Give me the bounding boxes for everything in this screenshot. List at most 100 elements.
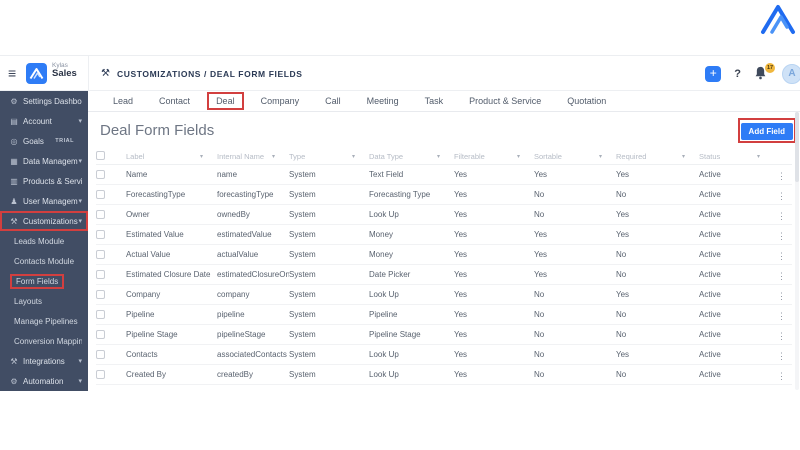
quick-add-button[interactable]: + [705, 66, 721, 82]
row-checkbox[interactable] [96, 250, 105, 259]
cell-data-type: Money [369, 230, 454, 239]
avatar[interactable]: A [782, 64, 800, 84]
sort-icon[interactable]: ▾ [352, 153, 355, 160]
row-checkbox[interactable] [96, 230, 105, 239]
row-checkbox[interactable] [96, 330, 105, 339]
column-header-type[interactable]: Type▾ [289, 152, 369, 161]
kebab-menu-icon[interactable]: ⋮ [777, 311, 786, 321]
help-icon[interactable]: ? [734, 68, 741, 80]
scrollbar-thumb[interactable] [795, 112, 799, 182]
sidebar-item-account[interactable]: ▤Account▾ [0, 111, 88, 131]
cell-sortable: Yes [534, 230, 616, 239]
tab-company[interactable]: Company [248, 94, 313, 108]
tab-contact[interactable]: Contact [146, 94, 203, 108]
kebab-menu-icon[interactable]: ⋮ [777, 211, 786, 221]
sidebar-item-label: Conversion Mapping [14, 337, 82, 346]
cell-type: System [289, 310, 369, 319]
column-header-data-type[interactable]: Data Type▾ [369, 152, 454, 161]
table-row: ContactsassociatedContactsSystemLook UpY… [96, 345, 792, 365]
sidebar-item-leads-module[interactable]: Leads Module [0, 231, 88, 251]
cell-data-type: Look Up [369, 350, 454, 359]
select-all-checkbox[interactable] [96, 151, 105, 160]
tab-product-service[interactable]: Product & Service [456, 94, 554, 108]
kebab-menu-icon[interactable]: ⋮ [777, 191, 786, 201]
sidebar-item-manage-pipelines[interactable]: Manage Pipelines [0, 311, 88, 331]
sidebar-item-data-management[interactable]: ▦Data Management▾ [0, 151, 88, 171]
cell-filterable: Yes [454, 370, 534, 379]
sidebar-item-settings-dashboard[interactable]: ⚙Settings Dashboard [0, 91, 88, 111]
kebab-menu-icon[interactable]: ⋮ [777, 351, 786, 361]
add-field-button[interactable]: Add Field [741, 123, 793, 140]
row-select-cell [96, 186, 126, 204]
cell-sortable: No [534, 290, 616, 299]
sort-icon[interactable]: ▾ [272, 153, 275, 160]
column-header-filterable[interactable]: Filterable▾ [454, 152, 534, 161]
sidebar-item-form-fields[interactable]: Form Fields [0, 271, 88, 291]
tab-deal[interactable]: Deal [207, 92, 244, 110]
kebab-menu-icon[interactable]: ⋮ [777, 331, 786, 341]
kebab-menu-icon[interactable]: ⋮ [777, 231, 786, 241]
row-checkbox[interactable] [96, 210, 105, 219]
tab-task[interactable]: Task [412, 94, 457, 108]
tab-lead[interactable]: Lead [100, 94, 146, 108]
row-checkbox[interactable] [96, 270, 105, 279]
tab-call[interactable]: Call [312, 94, 354, 108]
sidebar-item-customizations[interactable]: ⚒Customizations▾ [0, 211, 88, 231]
sort-icon[interactable]: ▾ [599, 153, 602, 160]
column-header-internal-name[interactable]: Internal Name ▾ [217, 152, 289, 161]
cell-internal-name: forecastingType [217, 190, 289, 199]
sort-icon[interactable]: ▾ [682, 153, 685, 160]
cell-data-type: Date Picker [369, 270, 454, 279]
row-checkbox[interactable] [96, 370, 105, 379]
notification-count-badge: 17 [765, 63, 775, 73]
sidebar-item-products-services[interactable]: ▥Products & Services [0, 171, 88, 191]
row-checkbox[interactable] [96, 170, 105, 179]
sort-icon[interactable]: ▾ [200, 153, 203, 160]
kylas-logo-square[interactable] [26, 63, 47, 84]
sidebar-item-layouts[interactable]: Layouts [0, 291, 88, 311]
sidebar-item-integrations[interactable]: ⚒Integrations▾ [0, 351, 88, 371]
tab-meeting[interactable]: Meeting [354, 94, 412, 108]
column-header-required[interactable]: Required▾ [616, 152, 699, 161]
briefcase-icon: ▥ [8, 177, 20, 186]
sort-icon[interactable]: ▾ [757, 153, 760, 160]
column-header-sortable[interactable]: Sortable▾ [534, 152, 616, 161]
mountain-icon [29, 67, 44, 80]
row-actions-cell: ⋮ [774, 226, 792, 244]
cell-sortable: No [534, 310, 616, 319]
row-checkbox[interactable] [96, 190, 105, 199]
kebab-menu-icon[interactable]: ⋮ [777, 371, 786, 381]
row-checkbox[interactable] [96, 310, 105, 319]
scrollbar[interactable] [795, 112, 799, 390]
cell-filterable: Yes [454, 190, 534, 199]
sidebar-item-automation[interactable]: ⚙Automation▾ [0, 371, 88, 391]
sidebar-item-conversion-mapping[interactable]: Conversion Mapping [0, 331, 88, 351]
kebab-menu-icon[interactable]: ⋮ [777, 251, 786, 261]
sort-icon[interactable]: ▾ [437, 153, 440, 160]
sidebar-item-user-management[interactable]: ♟User Management▾ [0, 191, 88, 211]
sort-icon[interactable]: ▾ [517, 153, 520, 160]
row-actions-cell: ⋮ [774, 206, 792, 224]
cell-status: Active [699, 270, 774, 279]
cell-internal-name: createdBy [217, 370, 289, 379]
kebab-menu-icon[interactable]: ⋮ [777, 271, 786, 281]
cell-status: Active [699, 210, 774, 219]
column-header-label[interactable]: Label▾ [126, 152, 217, 161]
cell-filterable: Yes [454, 210, 534, 219]
column-header-label: Status [699, 152, 720, 161]
hamburger-menu-icon[interactable]: ≡ [8, 65, 16, 81]
cell-label: Actual Value [126, 250, 217, 259]
cell-required: No [616, 310, 699, 319]
tab-quotation[interactable]: Quotation [554, 94, 619, 108]
row-select-cell [96, 346, 126, 364]
column-header-status[interactable]: Status ▾ [699, 152, 774, 161]
row-checkbox[interactable] [96, 290, 105, 299]
kebab-menu-icon[interactable]: ⋮ [777, 171, 786, 181]
column-header-label: Internal Name [217, 152, 264, 161]
sidebar-item-label: Goals [23, 137, 55, 146]
row-checkbox[interactable] [96, 350, 105, 359]
notifications-button[interactable]: 17 [754, 66, 769, 81]
sidebar-item-contacts-module[interactable]: Contacts Module [0, 251, 88, 271]
sidebar-item-goals[interactable]: ◎GoalsTRIAL [0, 131, 88, 151]
kebab-menu-icon[interactable]: ⋮ [777, 291, 786, 301]
